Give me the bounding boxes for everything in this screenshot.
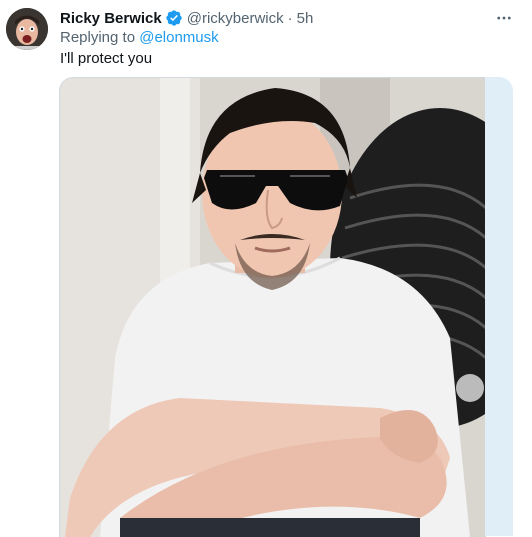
tweet: Ricky Berwick @rickyberwick · 5h Replyin… bbox=[0, 0, 532, 537]
tweet-text: I'll protect you bbox=[60, 50, 153, 67]
verified-badge-icon bbox=[165, 9, 183, 27]
replying-to: Replying to @elonmusk bbox=[60, 29, 219, 46]
separator-dot: · bbox=[287, 9, 293, 27]
avatar[interactable] bbox=[6, 8, 48, 50]
author-handle[interactable]: @rickyberwick bbox=[187, 10, 284, 27]
timestamp[interactable]: 5h bbox=[297, 10, 314, 27]
photo-image bbox=[60, 78, 486, 537]
tweet-media-photo[interactable] bbox=[59, 77, 486, 537]
tweet-header: Ricky Berwick @rickyberwick · 5h bbox=[60, 8, 313, 28]
more-horizontal-icon[interactable] bbox=[494, 8, 514, 28]
next-media-preview[interactable] bbox=[485, 77, 513, 536]
replying-prefix: Replying to bbox=[60, 29, 140, 46]
avatar-image bbox=[6, 8, 48, 50]
replying-to-handle[interactable]: @elonmusk bbox=[139, 29, 218, 46]
author-name[interactable]: Ricky Berwick bbox=[60, 10, 162, 27]
